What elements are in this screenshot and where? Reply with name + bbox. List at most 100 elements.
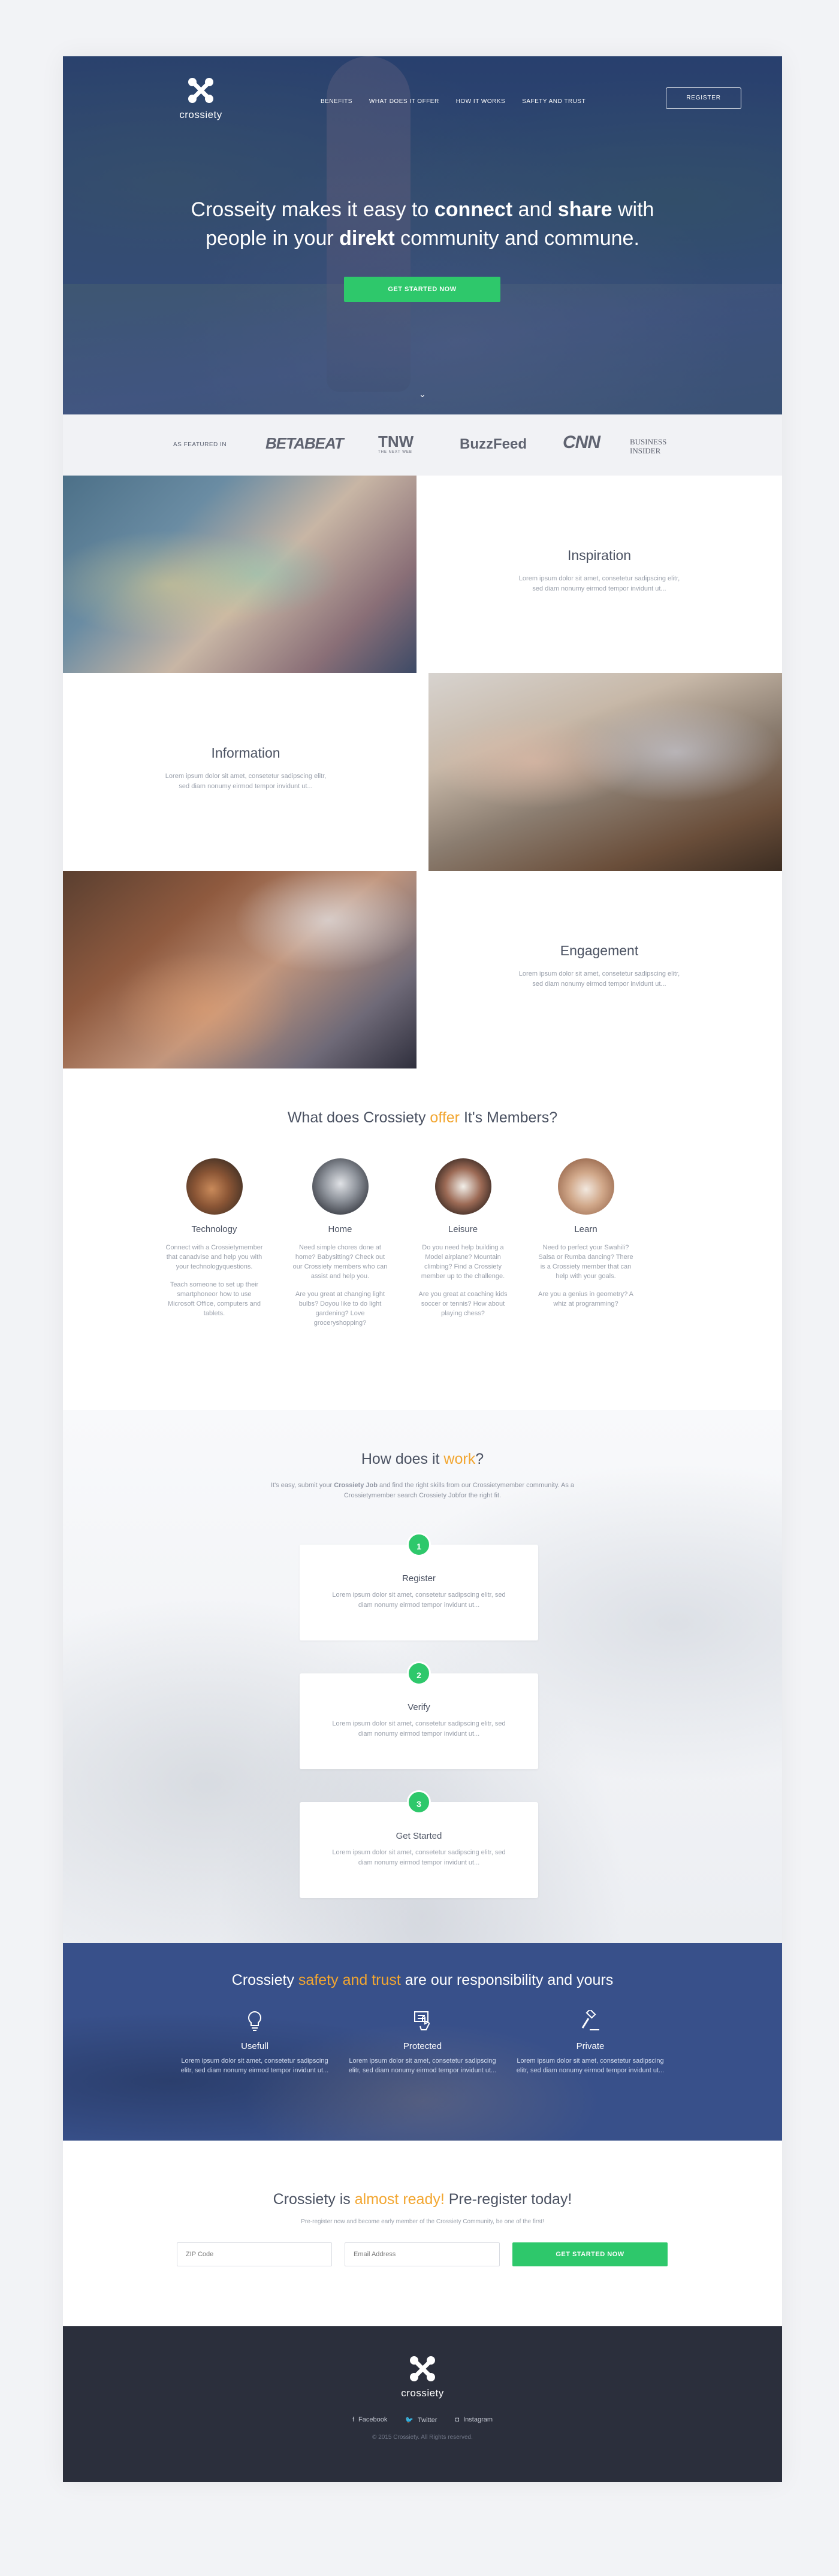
safety-item-protected: Protected Lorem ipsum dolor sit amet, co… bbox=[348, 2010, 497, 2075]
technology-image bbox=[186, 1158, 243, 1215]
offer-item-text: Are you a genius in geometry? A whiz at … bbox=[538, 1291, 633, 1307]
feature-title: Information bbox=[211, 745, 280, 761]
step-number-badge: 1 bbox=[407, 1533, 431, 1557]
offer-item-text: Connect with a Crossietymember that cana… bbox=[165, 1244, 263, 1270]
business-insider-logo: BUSINESS INSIDER bbox=[630, 437, 667, 455]
how-subtitle: It's easy, submit your Crossiety Job and… bbox=[270, 1482, 575, 1499]
offer-item-text: Need to perfect your Swahili? Salsa or R… bbox=[538, 1244, 633, 1280]
step-text: Lorem ipsum dolor sit amet, consetetur s… bbox=[332, 1849, 506, 1866]
step-register: 1 Register Lorem ipsum dolor sit amet, c… bbox=[300, 1533, 538, 1640]
hand-tap-icon bbox=[348, 2010, 497, 2034]
tnw-logo-subtitle: THE NEXT WEB bbox=[378, 450, 412, 454]
preregister-section: Crossiety is almost ready! Pre-register … bbox=[63, 2141, 782, 2326]
step-text: Lorem ipsum dolor sit amet, consetetur s… bbox=[332, 1591, 506, 1609]
instagram-icon: ◘ bbox=[455, 2416, 460, 2423]
feature-copy: Inspiration Lorem ipsum dolor sit amet, … bbox=[417, 476, 782, 673]
twitter-icon: 🐦 bbox=[405, 2417, 414, 2424]
safety-item-text: Lorem ipsum dolor sit amet, consetetur s… bbox=[516, 2057, 665, 2074]
nav-benefits[interactable]: Benefits bbox=[321, 95, 352, 109]
gavel-icon bbox=[515, 2008, 665, 2034]
logo[interactable]: crossiety bbox=[171, 74, 231, 121]
offer-title: What does Crossiety offer It's Members? bbox=[287, 1109, 558, 1126]
step-title: Register bbox=[402, 1573, 436, 1584]
feature-text: Lorem ipsum dolor sit amet, consetetur s… bbox=[165, 773, 327, 790]
cafe-photo bbox=[63, 871, 417, 1068]
offer-item-title: Technology bbox=[191, 1224, 237, 1234]
feature-row-engagement: Engagement Lorem ipsum dolor sit amet, c… bbox=[63, 871, 782, 1068]
email-input[interactable] bbox=[345, 2242, 500, 2266]
offer-item-learn: Learn Need to perfect your Swahili? Sals… bbox=[536, 1158, 635, 1309]
landing-page: crossiety Benefits What does it offer Ho… bbox=[63, 56, 782, 2482]
offer-item-text: Teach someone to set up their smartphone… bbox=[167, 1281, 261, 1317]
laptop-photo bbox=[428, 673, 782, 871]
safety-item-title: Protected bbox=[403, 2041, 442, 2051]
facebook-link[interactable]: f Facebook bbox=[352, 2416, 387, 2424]
zip-code-input[interactable] bbox=[177, 2242, 332, 2266]
offer-item-title: Home bbox=[328, 1224, 352, 1234]
learn-image bbox=[557, 1158, 614, 1215]
preregister-title: Crossiety is almost ready! Pre-register … bbox=[273, 2191, 572, 2208]
feature-title: Engagement bbox=[560, 943, 639, 958]
facebook-icon: f bbox=[352, 2416, 355, 2423]
instagram-link[interactable]: ◘ Instagram bbox=[455, 2416, 493, 2424]
logo-text: crossiety bbox=[179, 109, 222, 120]
copyright-text: © 2015 Crossiety. All Rights reserved. bbox=[372, 2434, 473, 2441]
feature-copy: Information Lorem ipsum dolor sit amet, … bbox=[63, 673, 428, 871]
lightbulb-icon bbox=[180, 2010, 330, 2034]
step-text: Lorem ipsum dolor sit amet, consetetur s… bbox=[332, 1720, 506, 1737]
betabeat-logo: BETABEAT bbox=[265, 434, 344, 452]
nav-safety-and-trust[interactable]: Safety and trust bbox=[522, 95, 586, 109]
offer-item-technology: Technology Connect with a Crossietymembe… bbox=[165, 1158, 264, 1318]
hero-section: crossiety Benefits What does it offer Ho… bbox=[63, 56, 782, 414]
crossiety-logo-icon bbox=[406, 2353, 439, 2385]
offer-item-text: Are you great at coaching kids soccer or… bbox=[418, 1291, 508, 1317]
offer-item-text: Are you great at changing light bulbs? D… bbox=[295, 1291, 385, 1327]
safety-item-title: Usefull bbox=[241, 2041, 268, 2051]
feature-text: Lorem ipsum dolor sit amet, consetetur s… bbox=[518, 575, 680, 592]
offer-item-title: Leisure bbox=[448, 1224, 478, 1234]
social-links: f Facebook 🐦 Twitter ◘ Instagram bbox=[63, 2416, 782, 2424]
featured-in-bar: As featured in BETABEAT TNW THE NEXT WEB… bbox=[63, 414, 782, 476]
safety-section: Crossiety safety and trust are our respo… bbox=[63, 1943, 782, 2141]
tnw-logo: TNW bbox=[378, 432, 414, 450]
feature-copy: Engagement Lorem ipsum dolor sit amet, c… bbox=[417, 871, 782, 1068]
feature-row-information: Information Lorem ipsum dolor sit amet, … bbox=[63, 673, 782, 871]
footer-logo-text: crossiety bbox=[401, 2387, 444, 2399]
offer-item-leisure: Leisure Do you need help building a Mode… bbox=[414, 1158, 512, 1318]
runners-photo bbox=[63, 476, 417, 673]
nav-how-it-works[interactable]: How it works bbox=[456, 95, 505, 109]
safety-item-text: Lorem ipsum dolor sit amet, consetetur s… bbox=[348, 2057, 497, 2074]
preregister-get-started-button[interactable]: Get started now bbox=[512, 2242, 668, 2266]
preregister-subtitle: Pre-register now and become early member… bbox=[301, 2218, 544, 2225]
step-number-badge: 3 bbox=[407, 1790, 431, 1814]
feature-text: Lorem ipsum dolor sit amet, consetetur s… bbox=[518, 970, 680, 988]
safety-item-text: Lorem ipsum dolor sit amet, consetetur s… bbox=[180, 2057, 329, 2074]
main-nav: Benefits What does it offer How it works… bbox=[321, 95, 602, 109]
safety-item-private: Private Lorem ipsum dolor sit amet, cons… bbox=[515, 2008, 665, 2075]
step-title: Get Started bbox=[396, 1831, 442, 1841]
how-it-works-section: How does it work? It's easy, submit your… bbox=[63, 1410, 782, 1943]
buzzfeed-logo: BuzzFeed bbox=[460, 436, 527, 452]
safety-item-title: Private bbox=[576, 2041, 605, 2051]
crossiety-logo-icon bbox=[185, 74, 217, 107]
twitter-link[interactable]: 🐦 Twitter bbox=[405, 2416, 437, 2424]
how-title: How does it work? bbox=[361, 1451, 484, 1467]
get-started-button[interactable]: Get started now bbox=[344, 277, 500, 302]
scroll-down-chevron-icon[interactable]: ⌄ bbox=[419, 389, 426, 399]
footer: crossiety f Facebook 🐦 Twitter ◘ Instagram … bbox=[63, 2326, 782, 2482]
offer-item-text: Do you need help building a Model airpla… bbox=[421, 1244, 505, 1280]
step-verify: 2 Verify Lorem ipsum dolor sit amet, con… bbox=[300, 1661, 538, 1769]
offer-item-home: Home Need simple chores done at home? Ba… bbox=[291, 1158, 390, 1328]
featured-label: As featured in bbox=[173, 441, 227, 448]
safety-title: Crossiety safety and trust are our respo… bbox=[231, 1972, 614, 1988]
register-button[interactable]: Register bbox=[666, 87, 741, 109]
cnn-logo: CNN bbox=[563, 432, 600, 452]
offer-section: What does Crossiety offer It's Members? … bbox=[63, 1068, 782, 1410]
feature-title: Inspiration bbox=[567, 547, 632, 563]
footer-logo[interactable]: crossiety bbox=[393, 2353, 452, 2399]
feature-row-inspiration: Inspiration Lorem ipsum dolor sit amet, … bbox=[63, 476, 782, 673]
hero-headline: Crosseity makes it easy to connect and s… bbox=[191, 198, 654, 250]
nav-what-does-it-offer[interactable]: What does it offer bbox=[369, 95, 439, 109]
step-title: Verify bbox=[408, 1702, 430, 1712]
leisure-image bbox=[434, 1158, 491, 1215]
